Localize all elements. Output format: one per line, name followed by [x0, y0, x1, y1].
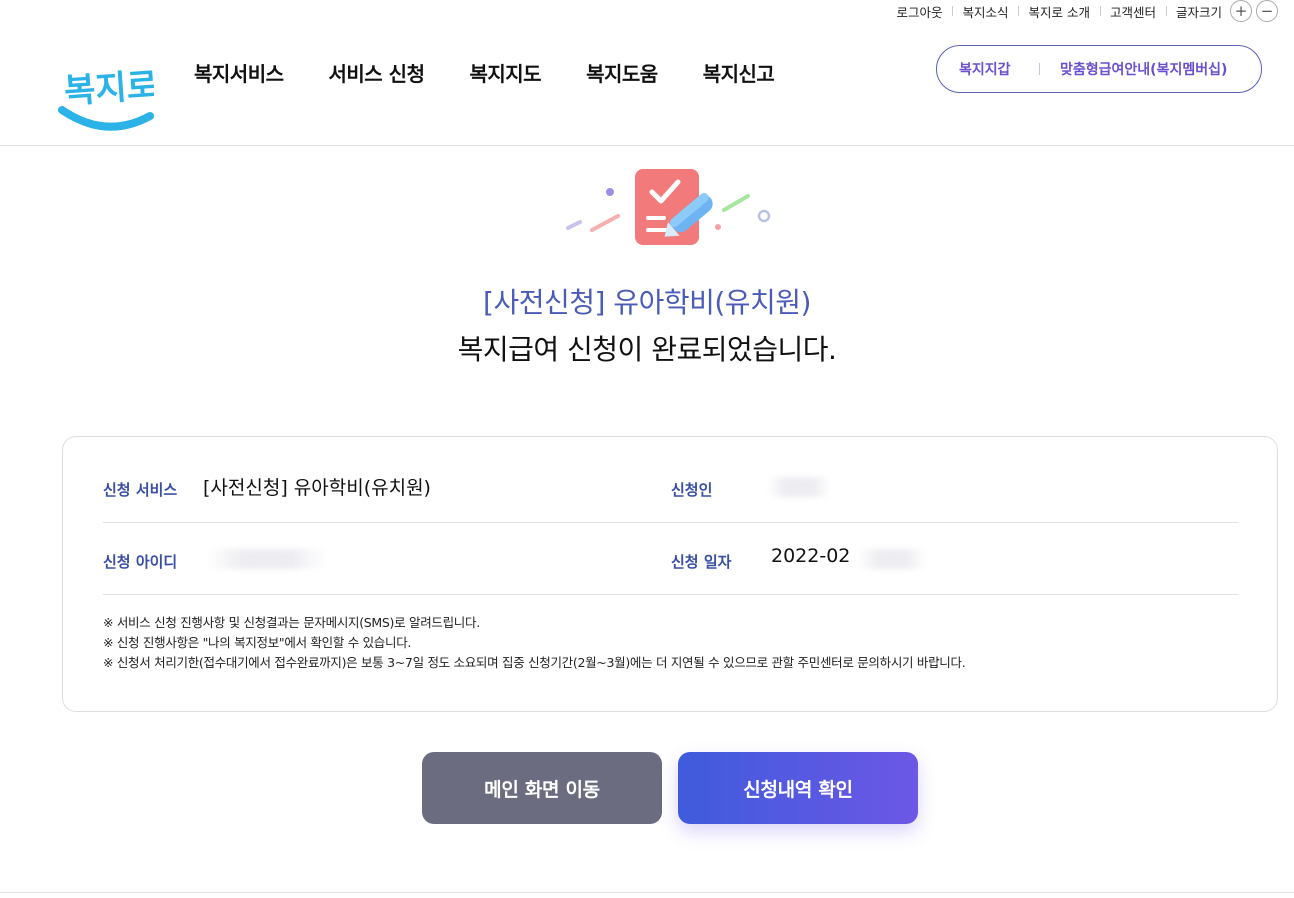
membership-link[interactable]: 맞춤형급여안내(복지멤버십): [1060, 59, 1227, 79]
service-label: 신청 서비스: [103, 481, 178, 499]
nav-welfare-map[interactable]: 복지지도: [469, 58, 541, 87]
completion-message: 복지급여 신청이 완료되었습니다.: [457, 333, 837, 366]
checklist-pen-icon: [560, 164, 780, 254]
font-decrease-button[interactable]: −: [1256, 0, 1278, 22]
nav-welfare-report[interactable]: 복지신고: [703, 58, 775, 87]
details-row: 신청 아이디 신청 일자 2022-02: [103, 523, 1239, 595]
applicant-label: 신청인: [671, 481, 713, 499]
pill-divider: [1039, 63, 1040, 75]
welfare-news-link[interactable]: 복지소식: [952, 2, 1018, 21]
service-value: [사전신청] 유아학비(유치원): [203, 477, 431, 499]
footer-divider: [0, 892, 1294, 893]
main-nav: 복지서비스 서비스 신청 복지지도 복지도움 복지신고: [194, 58, 819, 87]
logo-text: 복지로: [63, 65, 154, 111]
date-value: 2022-02: [771, 545, 851, 567]
check-application-button[interactable]: 신청내역 확인: [678, 752, 918, 824]
customer-center-link[interactable]: 고객센터: [1099, 2, 1166, 21]
service-title: [사전신청] 유아학비(유치원): [483, 286, 811, 319]
id-label: 신청 아이디: [103, 553, 178, 571]
notice-list: ※ 서비스 신청 진행사항 및 신청결과는 문자메시지(SMS)로 알려드립니다…: [103, 613, 966, 673]
nav-welfare-services[interactable]: 복지서비스: [194, 58, 284, 87]
notice-item: ※ 신청서 처리기한(접수대기에서 접수완료까지)은 보통 3~7일 정도 소요…: [103, 655, 966, 670]
about-link[interactable]: 복지로 소개: [1018, 2, 1099, 21]
go-main-button[interactable]: 메인 화면 이동: [422, 752, 662, 824]
date-value-redacted: [857, 549, 927, 569]
logo-mark: 복지로: [58, 65, 159, 131]
bokjiro-logo[interactable]: 복지로: [58, 42, 159, 132]
details-row: 신청 서비스 [사전신청] 유아학비(유치원) 신청인: [103, 451, 1239, 523]
notice-item: ※ 서비스 신청 진행사항 및 신청결과는 문자메시지(SMS)로 알려드립니다…: [103, 615, 480, 630]
logout-link[interactable]: 로그아웃: [886, 2, 952, 21]
utility-bar: 로그아웃 복지소식 복지로 소개 고객센터 글자크기 + −: [886, 0, 1278, 22]
nav-welfare-help[interactable]: 복지도움: [586, 58, 658, 87]
font-increase-button[interactable]: +: [1230, 0, 1252, 22]
notice-item: ※ 신청 진행사항은 "나의 복지정보"에서 확인할 수 있습니다.: [103, 635, 412, 650]
nav-service-application[interactable]: 서비스 신청: [329, 58, 425, 87]
applicant-value-redacted: [767, 477, 831, 497]
quick-links-pill: 복지지갑 맞춤형급여안내(복지멤버십): [936, 45, 1262, 93]
site-header: 복지로 복지서비스 서비스 신청 복지지도 복지도움 복지신고 복지지갑 맞춤형…: [0, 22, 1294, 146]
application-details-card: 신청 서비스 [사전신청] 유아학비(유치원) 신청인 신청 아이디 신청 일자…: [62, 436, 1278, 712]
id-value-redacted: [207, 549, 327, 569]
date-label: 신청 일자: [671, 553, 732, 571]
font-size-label: 글자크기: [1165, 2, 1226, 21]
welfare-wallet-link[interactable]: 복지지갑: [937, 59, 1039, 79]
